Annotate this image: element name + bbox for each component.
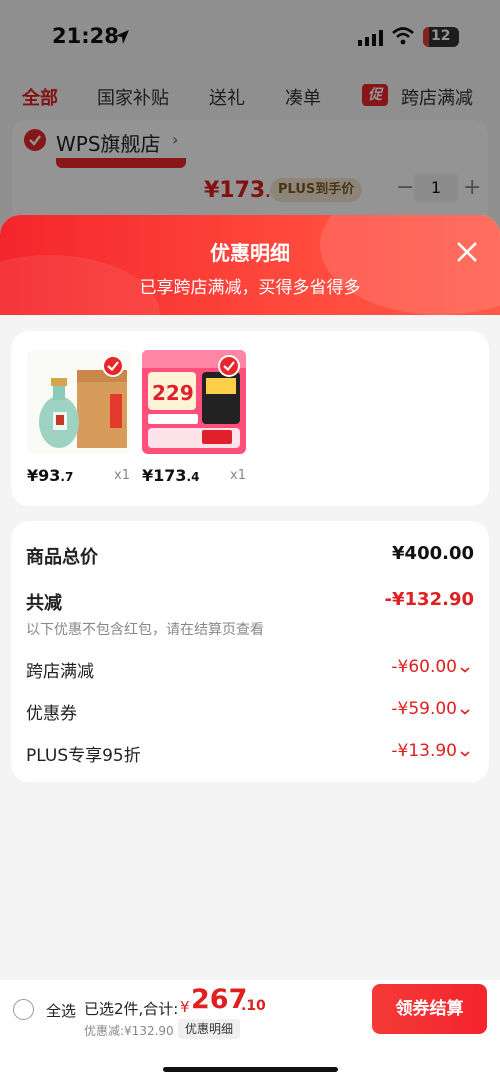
close-icon[interactable] — [452, 237, 482, 267]
product-1-qty: x1 — [114, 468, 130, 483]
cross-store-discount-value[interactable]: -¥60.00 — [311, 657, 457, 677]
discount-note: 以下优惠不包含红包，请在结算页查看 — [26, 622, 264, 638]
chevron-down-icon[interactable] — [459, 708, 471, 716]
sheet-title: 优惠明细 — [210, 241, 290, 265]
total-reduction-value: -¥132.90 — [384, 589, 474, 610]
total-amount-main: 267 — [191, 984, 248, 1015]
product-2-qty: x1 — [230, 468, 246, 483]
product-1-price: ¥93.7 — [27, 466, 74, 485]
total-amount-cents: .10 — [241, 998, 266, 1014]
total-currency: ¥ — [180, 998, 190, 1016]
select-all-checkbox[interactable] — [13, 999, 34, 1020]
total-reduction-label: 共减 — [26, 593, 62, 614]
home-indicator — [163, 1067, 338, 1072]
selected-count: 已选2件,合计: — [84, 1000, 179, 1018]
price-summary-card: 商品总价 ¥400.00 共减 -¥132.90 以下优惠不包含红包，请在结算页… — [11, 521, 489, 782]
total-price-label: 商品总价 — [26, 547, 98, 568]
product-2-price: ¥173.4 — [142, 466, 200, 485]
background-cart-page: 21:28 12 全部 国家补贴 送礼 凑单 跨店满减 促 WPS旗舰店 › ¥… — [0, 0, 500, 240]
dim-overlay[interactable] — [0, 0, 500, 240]
product-2-checked-icon[interactable] — [218, 355, 240, 377]
checkout-button[interactable]: 领券结算 — [372, 984, 487, 1034]
sheet-subtitle: 已享跨店满减，买得多省得多 — [139, 278, 361, 298]
select-all-label[interactable]: 全选 — [46, 1000, 76, 1021]
coupon-label: 优惠券 — [26, 704, 77, 724]
total-price-value: ¥400.00 — [392, 543, 474, 564]
checkout-bar: 全选 已选2件,合计: ¥ 267 .10 优惠减:¥132.90 优惠明细 领… — [0, 980, 500, 1083]
product-1-checked-icon[interactable] — [102, 355, 124, 377]
sheet-header: 优惠明细 已享跨店满减，买得多省得多 — [0, 215, 500, 375]
discount-detail-sheet: 优惠明细 已享跨店满减，买得多省得多 ¥93.7 x1 229 ¥173.4 x… — [0, 215, 500, 1083]
plus-discount-value[interactable]: -¥13.90 — [311, 741, 457, 761]
discount-amount-text: 优惠减:¥132.90 — [84, 1024, 174, 1038]
coupon-value[interactable]: -¥59.00 — [311, 699, 457, 719]
chevron-down-icon[interactable] — [459, 750, 471, 758]
chevron-down-icon[interactable] — [459, 666, 471, 674]
discount-detail-button[interactable]: 优惠明细 — [178, 1019, 241, 1039]
svg-text:229: 229 — [152, 381, 194, 405]
plus-discount-label: PLUS专享95折 — [26, 746, 141, 766]
selected-products-card: ¥93.7 x1 229 ¥173.4 x1 — [11, 331, 489, 506]
cross-store-discount-label: 跨店满减 — [26, 662, 94, 682]
